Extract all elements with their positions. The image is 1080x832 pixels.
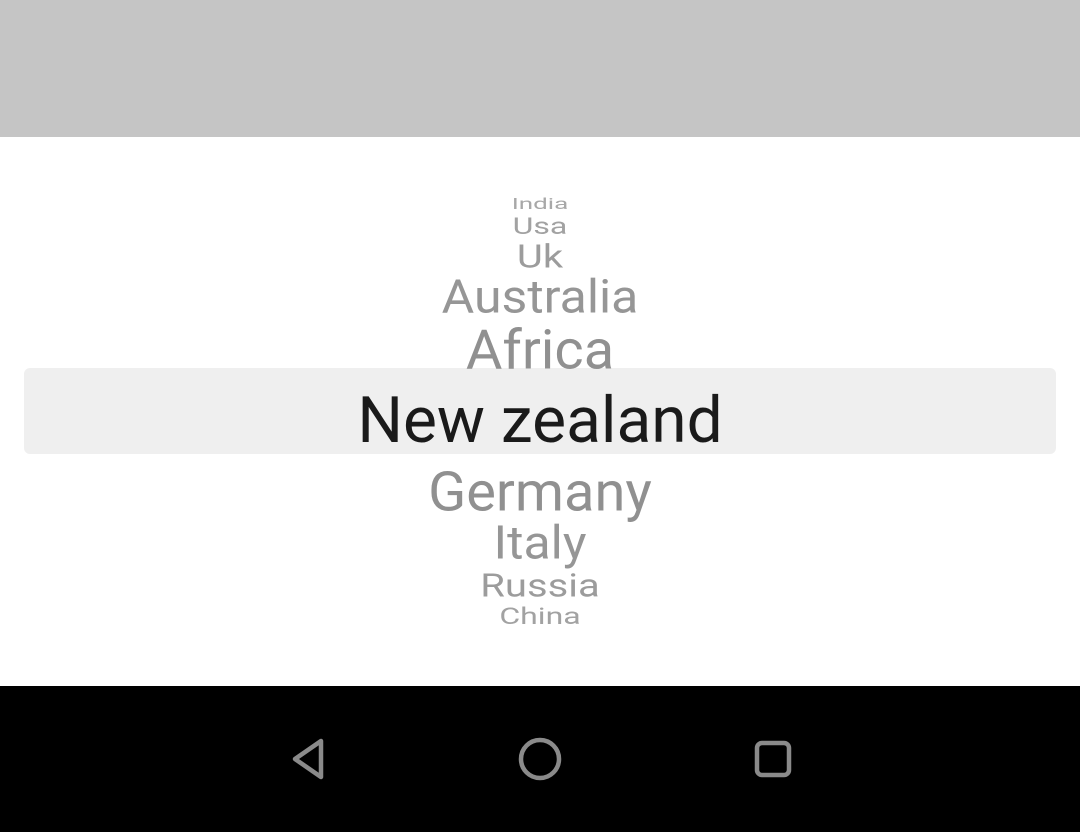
home-icon xyxy=(516,735,564,783)
picker-item[interactable]: Germany xyxy=(0,464,1080,518)
picker-wheel[interactable]: India Usa Uk Australia Africa New zealan… xyxy=(0,137,1080,686)
picker-item[interactable]: Russia xyxy=(0,571,1080,600)
picker-item[interactable]: Australia xyxy=(0,275,1080,319)
recent-button[interactable] xyxy=(745,731,801,787)
navigation-bar xyxy=(0,686,1080,832)
picker-item[interactable]: Uk xyxy=(0,242,1080,271)
picker-item[interactable]: Africa xyxy=(0,322,1080,376)
recent-icon xyxy=(751,737,795,781)
picker-item-selected[interactable]: New zealand xyxy=(0,378,1080,464)
status-bar xyxy=(0,0,1080,137)
back-icon xyxy=(287,737,327,781)
wheel-items: India Usa Uk Australia Africa New zealan… xyxy=(0,195,1080,629)
picker-item[interactable]: Italy xyxy=(0,521,1080,565)
picker-item[interactable]: India xyxy=(0,198,1080,209)
back-button[interactable] xyxy=(279,731,335,787)
picker-item[interactable]: China xyxy=(0,606,1080,625)
home-button[interactable] xyxy=(512,731,568,787)
picker-item[interactable]: Usa xyxy=(0,216,1080,235)
picker-area: India Usa Uk Australia Africa New zealan… xyxy=(0,137,1080,686)
